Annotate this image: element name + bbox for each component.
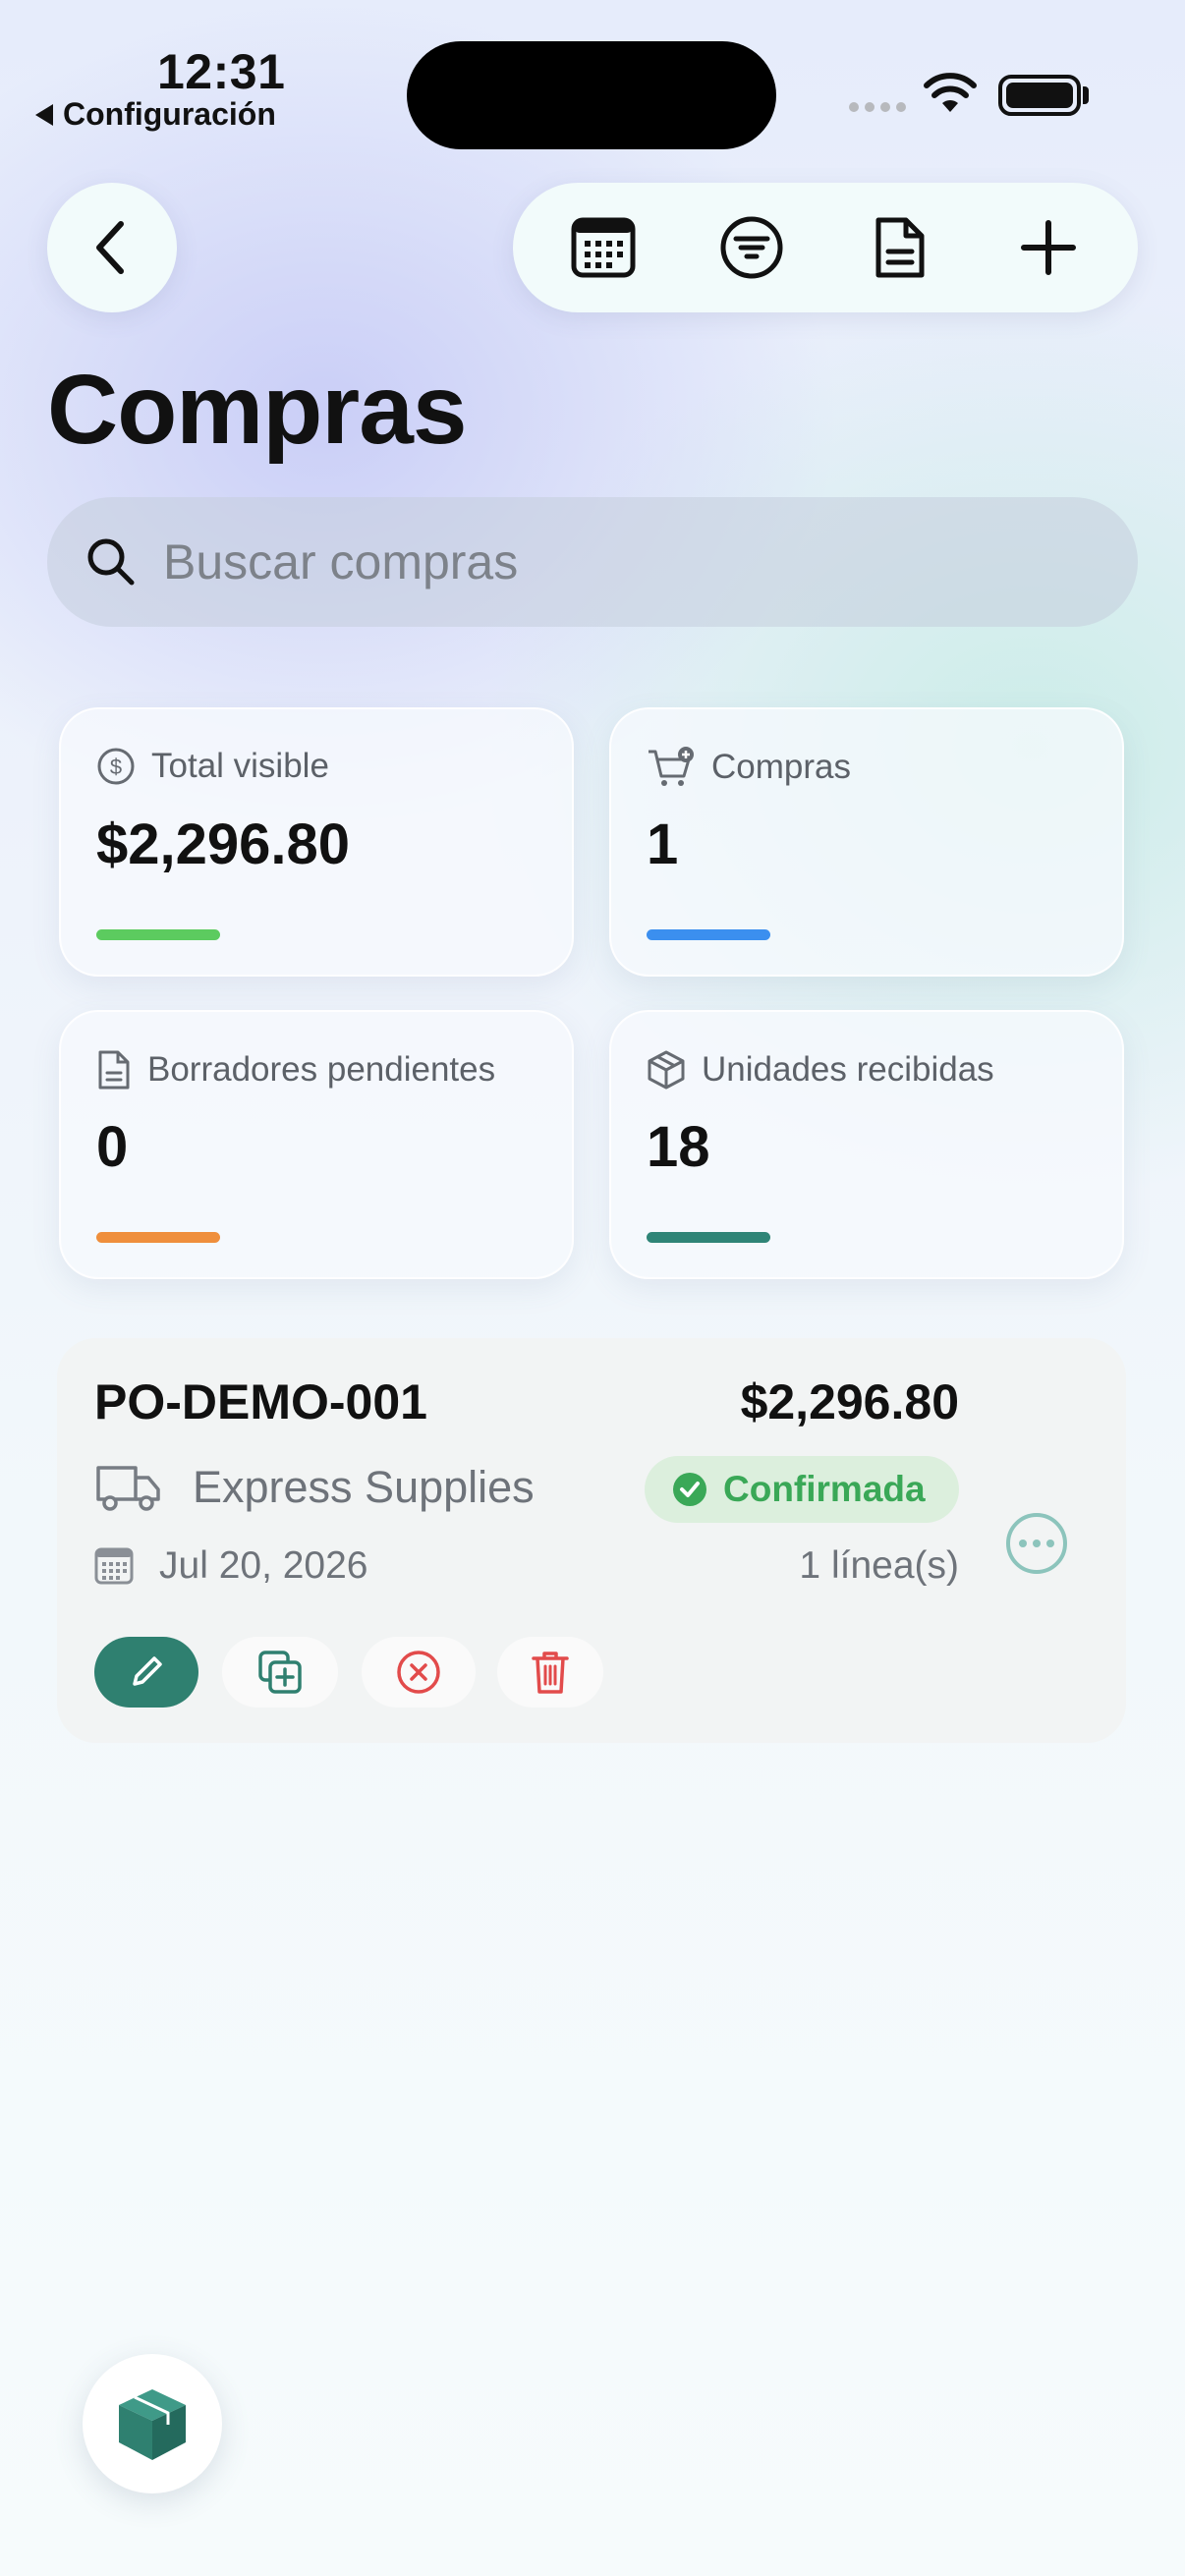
x-circle-icon (397, 1651, 440, 1694)
stat-value: $2,296.80 (96, 812, 351, 876)
document-icon (875, 217, 924, 278)
date-text: Jul 20, 2026 (159, 1544, 368, 1587)
stat-value: 0 (96, 1115, 129, 1179)
stat-accent-bar (647, 929, 770, 940)
stat-card-unidades[interactable]: Unidades recibidas 18 (609, 1010, 1124, 1279)
battery-tip (1083, 86, 1089, 104)
report-button[interactable] (846, 194, 954, 302)
status-badge: Confirmada (645, 1456, 959, 1523)
dollar-circle-icon: $ (97, 748, 135, 785)
back-to-app-label: Configuración (63, 96, 276, 132)
filter-button[interactable] (698, 194, 806, 302)
delete-button[interactable] (497, 1637, 603, 1708)
add-purchase-button[interactable] (994, 194, 1102, 302)
wifi-icon (924, 73, 977, 119)
chevron-left-icon (96, 221, 124, 274)
back-triangle-icon (35, 103, 53, 126)
toolbar (513, 183, 1138, 312)
search-bar[interactable] (47, 497, 1138, 627)
page-title: Compras (47, 355, 467, 465)
cube-icon (119, 2389, 186, 2460)
stat-card-compras[interactable]: Compras 1 (609, 707, 1124, 977)
cart-plus-icon (649, 747, 694, 786)
status-text: Confirmada (723, 1469, 926, 1509)
svg-text:$: $ (110, 755, 122, 779)
calendar-icon (571, 217, 635, 278)
purchase-supplier: Express Supplies (94, 1462, 535, 1513)
more-options-button[interactable] (1006, 1513, 1067, 1574)
truck-icon (96, 1466, 160, 1511)
stat-accent-bar (647, 1232, 770, 1243)
document-icon (98, 1050, 130, 1090)
pencil-icon (133, 1656, 162, 1686)
search-input[interactable] (163, 533, 1047, 590)
calendar-icon (94, 1547, 134, 1585)
box-icon (648, 1050, 685, 1090)
stat-label: Borradores pendientes (147, 1050, 496, 1089)
edit-button[interactable] (94, 1637, 198, 1708)
check-circle-icon (673, 1473, 706, 1506)
stat-value: 18 (647, 1115, 710, 1179)
purchase-id: PO-DEMO-001 (94, 1374, 427, 1429)
plus-icon (1020, 220, 1076, 275)
stat-accent-bar (96, 929, 220, 940)
dynamic-island (407, 41, 776, 149)
stat-card-total-visible[interactable]: $ Total visible $2,296.80 (59, 707, 574, 977)
back-to-app-link[interactable]: Configuración (35, 96, 276, 133)
trash-icon (532, 1652, 569, 1694)
status-time: 12:31 (157, 44, 286, 99)
inventory-fab-button[interactable] (83, 2354, 222, 2493)
supplier-name: Express Supplies (193, 1462, 535, 1512)
stat-label: Compras (711, 748, 851, 786)
duplicate-button[interactable] (222, 1637, 338, 1708)
filter-icon (720, 216, 782, 279)
stat-label: Total visible (151, 747, 329, 785)
stat-card-borradores[interactable]: Borradores pendientes 0 (59, 1010, 574, 1279)
calendar-button[interactable] (549, 194, 657, 302)
line-count: 1 línea(s) (799, 1544, 959, 1587)
back-button[interactable] (47, 183, 177, 312)
stat-label: Unidades recibidas (702, 1050, 994, 1089)
purchase-amount: $2,296.80 (740, 1374, 959, 1429)
search-icon (87, 538, 135, 586)
cellular-signal-icon (849, 102, 906, 112)
cancel-purchase-button[interactable] (362, 1637, 476, 1708)
duplicate-icon (258, 1651, 302, 1694)
stat-accent-bar (96, 1232, 220, 1243)
stat-value: 1 (647, 812, 679, 876)
battery-icon (998, 75, 1081, 116)
purchase-date: Jul 20, 2026 (94, 1544, 368, 1588)
